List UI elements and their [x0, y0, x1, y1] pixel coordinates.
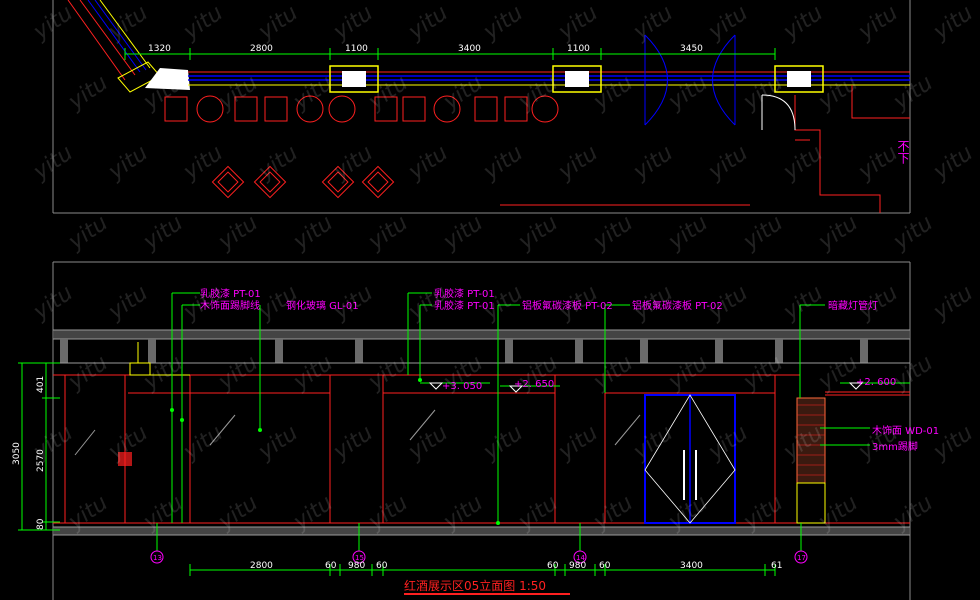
watermark-layer: yitu yitu yitu yitu yitu yitu yitu yitu yitu yitu… [28, 1, 977, 536]
watermark-text: yitu [628, 1, 677, 46]
watermark-text: yitu [588, 211, 637, 256]
watermark-text: yitu [253, 421, 302, 466]
plan-dim-6: 3450 [680, 44, 703, 54]
level-3: +2. 600 [856, 377, 896, 388]
watermark-text: yitu [888, 71, 937, 116]
plan-dim-2: 2800 [250, 44, 273, 54]
vdim-3: 80 [36, 518, 46, 530]
watermark-text: yitu [103, 141, 152, 186]
watermark-text: yitu [588, 351, 637, 396]
vdim-1: 401 [36, 376, 46, 393]
bdim-9: 61 [771, 561, 782, 571]
watermark-text: yitu [138, 351, 187, 396]
watermark-text: yitu [328, 281, 377, 326]
bdim-3: 980 [348, 561, 365, 571]
watermark-text: yitu [778, 281, 827, 326]
watermark-text: yitu [438, 71, 487, 116]
watermark-text: yitu [553, 421, 602, 466]
watermark-text: yitu [253, 281, 302, 326]
watermark-text: yitu [328, 1, 377, 46]
watermark-text: yitu [663, 71, 712, 116]
watermark-text: yitu [138, 211, 187, 256]
bdim-8: 3400 [680, 561, 703, 571]
watermark-text: yitu [888, 351, 937, 396]
watermark-text: yitu [928, 1, 977, 46]
watermark-text: yitu [813, 211, 862, 256]
watermark-text: yitu [853, 281, 902, 326]
watermark-text: yitu [253, 1, 302, 46]
bdim-1: 2800 [250, 561, 273, 571]
plan-frame [52, 0, 911, 214]
plan-dim-5: 1100 [567, 44, 590, 54]
plan-dim-4: 3400 [458, 44, 481, 54]
watermark-text: yitu [328, 421, 377, 466]
watermark-text: yitu [628, 141, 677, 186]
watermark-text: yitu [888, 211, 937, 256]
watermark-text: yitu [213, 351, 262, 396]
watermark-text: yitu [363, 211, 412, 256]
watermark-text: yitu [63, 351, 112, 396]
watermark-text: yitu [403, 421, 452, 466]
watermark-text: yitu [253, 141, 302, 186]
watermark-text: yitu [438, 211, 487, 256]
watermark-text: yitu [478, 141, 527, 186]
watermark-text: yitu [778, 1, 827, 46]
watermark-text: yitu [103, 281, 152, 326]
watermark-text: yitu [478, 421, 527, 466]
drawing-title: 红酒展示区05立面图 1:50 [404, 578, 546, 593]
bdim-6: 980 [569, 561, 586, 571]
watermark-text: yitu [703, 281, 752, 326]
watermark-text: yitu [553, 281, 602, 326]
watermark-text: yitu [403, 281, 452, 326]
grid-mark-4: 17 [797, 554, 806, 562]
watermark-text: yitu [288, 211, 337, 256]
watermark-text: yitu [928, 141, 977, 186]
watermark-text: yitu [478, 1, 527, 46]
watermark-text: yitu [663, 211, 712, 256]
cad-drawing: 不下 1320 2800 1100 3400 1100 3450 乳胶漆 PT-… [12, 0, 978, 600]
watermark-text: yitu [553, 1, 602, 46]
watermark-text: yitu [738, 211, 787, 256]
plan-dim-3: 1100 [345, 44, 368, 54]
watermark-text: yitu [703, 141, 752, 186]
watermark-text: yitu [363, 71, 412, 116]
grid-mark-1: 13 [153, 554, 162, 562]
watermark-text: yitu [663, 351, 712, 396]
watermark-text: yitu [478, 281, 527, 326]
watermark-text: yitu [513, 71, 562, 116]
watermark-text: yitu [403, 141, 452, 186]
watermark-text: yitu [628, 281, 677, 326]
watermark-text: yitu [513, 211, 562, 256]
watermark-text: yitu [363, 351, 412, 396]
watermark-text: yitu [63, 71, 112, 116]
watermark-text: yitu [178, 1, 227, 46]
watermark-text: yitu [738, 71, 787, 116]
watermark-text: yitu [178, 281, 227, 326]
watermark-text: yitu [213, 71, 262, 116]
plan-dim-1: 1320 [148, 44, 171, 54]
bdim-2: 60 [325, 561, 337, 571]
watermark-text: yitu [178, 421, 227, 466]
watermark-text: yitu [553, 141, 602, 186]
watermark-text: yitu [928, 281, 977, 326]
vdim-total: 3050 [12, 442, 22, 465]
watermark-text: yitu [63, 211, 112, 256]
watermark-text: yitu [403, 1, 452, 46]
floor-band [53, 522, 910, 536]
watermark-text: yitu [178, 141, 227, 186]
plan-dims [124, 48, 776, 60]
watermark-text: yitu [588, 71, 637, 116]
watermark-text: yitu [213, 211, 262, 256]
watermark-text: yitu [813, 71, 862, 116]
bdim-5: 60 [547, 561, 559, 571]
bdim-4: 60 [376, 561, 388, 571]
watermark-text: yitu [853, 1, 902, 46]
watermark-text: yitu [328, 141, 377, 186]
watermark-text: yitu [703, 1, 752, 46]
bdim-7: 60 [599, 561, 611, 571]
